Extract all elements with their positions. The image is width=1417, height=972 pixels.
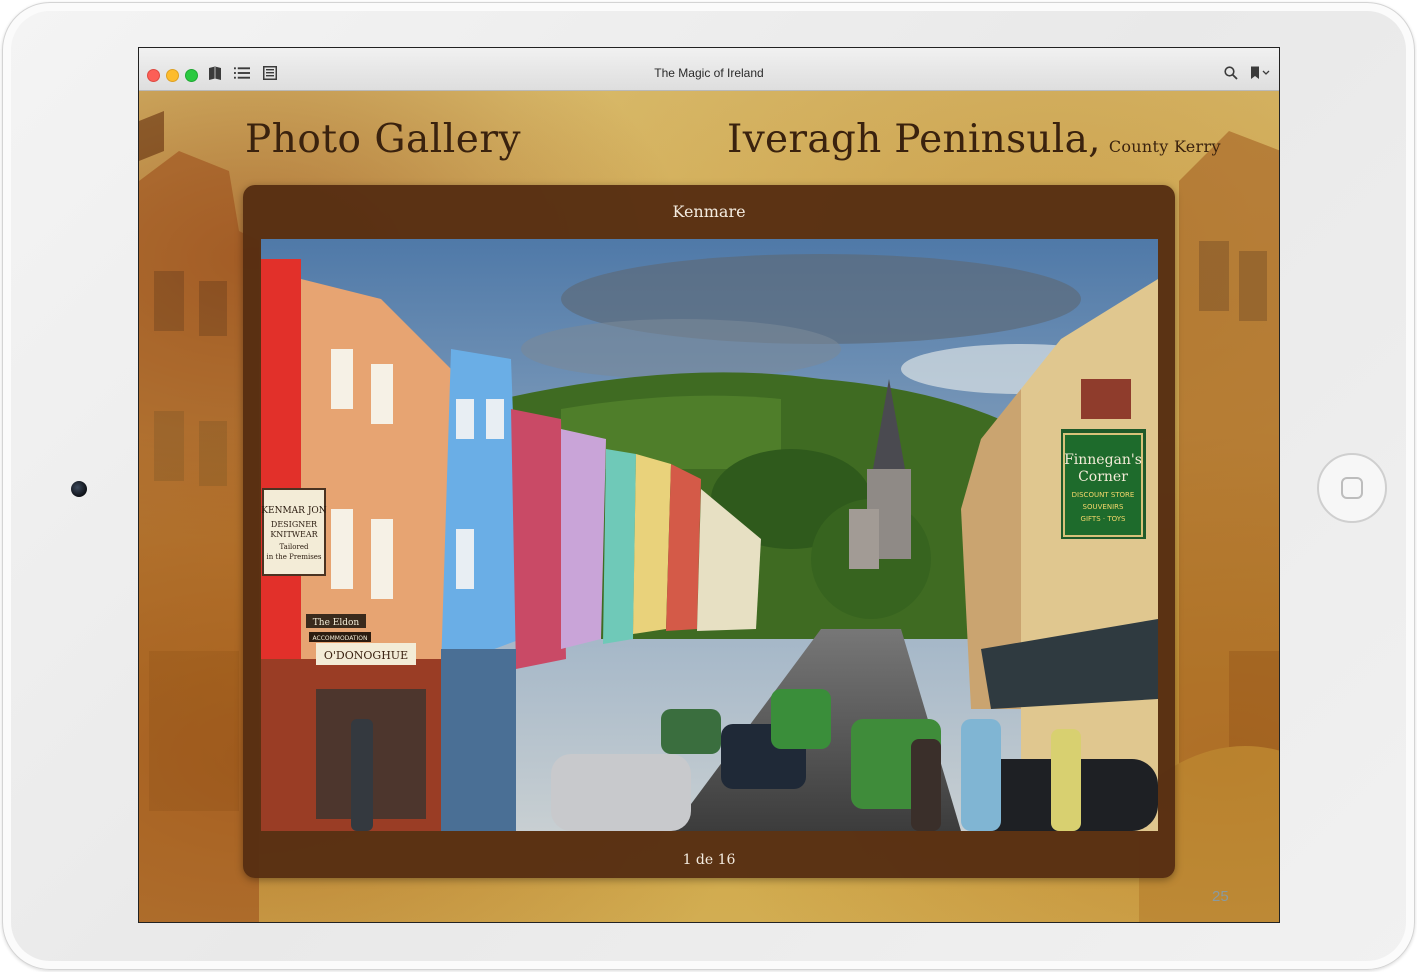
- gallery-heading: Photo Gallery: [245, 117, 521, 162]
- page-number: 25: [1212, 888, 1229, 905]
- bookmark-icon[interactable]: [1247, 65, 1271, 81]
- sign-finnegans-2: Corner: [1078, 469, 1128, 485]
- sign-line-4: Tailored: [280, 543, 309, 551]
- sign-finnegans-5: GIFTS · TOYS: [1081, 515, 1126, 523]
- book-page: Photo Gallery Iveragh Peninsula, County K…: [139, 91, 1279, 922]
- photo-caption: Kenmare: [672, 202, 746, 221]
- app-window: The Magic of Ireland Photo Gallery Ivera…: [138, 47, 1280, 923]
- sign-line-3: KNITWEAR: [270, 530, 318, 539]
- sign-finnegans-3: DISCOUNT STORE: [1072, 491, 1135, 499]
- search-icon[interactable]: [1223, 65, 1239, 81]
- sign-eldon: The Eldon: [313, 618, 360, 628]
- window-title: The Magic of Ireland: [654, 66, 764, 80]
- photo-gallery-widget: Kenmare KENMAR JON DESIGNER KNITWEAR Tai…: [243, 185, 1175, 878]
- location-subtitle: County Kerry: [1108, 137, 1221, 156]
- home-square-icon: [1341, 477, 1363, 499]
- sign-accommodation: ACCOMMODATION: [313, 635, 368, 642]
- kenmare-street-photo: KENMAR JON DESIGNER KNITWEAR Tailored in…: [261, 239, 1158, 831]
- location-heading: Iveragh Peninsula, County Kerry: [727, 117, 1221, 162]
- sign-line-2: DESIGNER: [271, 520, 318, 529]
- photo-counter: 1 de 16: [682, 852, 736, 868]
- sign-finnegans-1: Finnegan's: [1064, 452, 1142, 468]
- location-title: Iveragh Peninsula,: [727, 117, 1101, 162]
- sign-finnegans-4: SOUVENIRS: [1083, 503, 1124, 511]
- gallery-photo[interactable]: KENMAR JON DESIGNER KNITWEAR Tailored in…: [261, 239, 1158, 831]
- sign-odonoghue: O'DONOGHUE: [324, 649, 408, 662]
- front-camera: [71, 481, 87, 497]
- home-button[interactable]: [1317, 453, 1387, 523]
- sign-line-5: in the Premises: [266, 553, 321, 561]
- sign-line-1: KENMAR JON: [261, 506, 327, 516]
- title-bar: The Magic of Ireland: [139, 48, 1279, 91]
